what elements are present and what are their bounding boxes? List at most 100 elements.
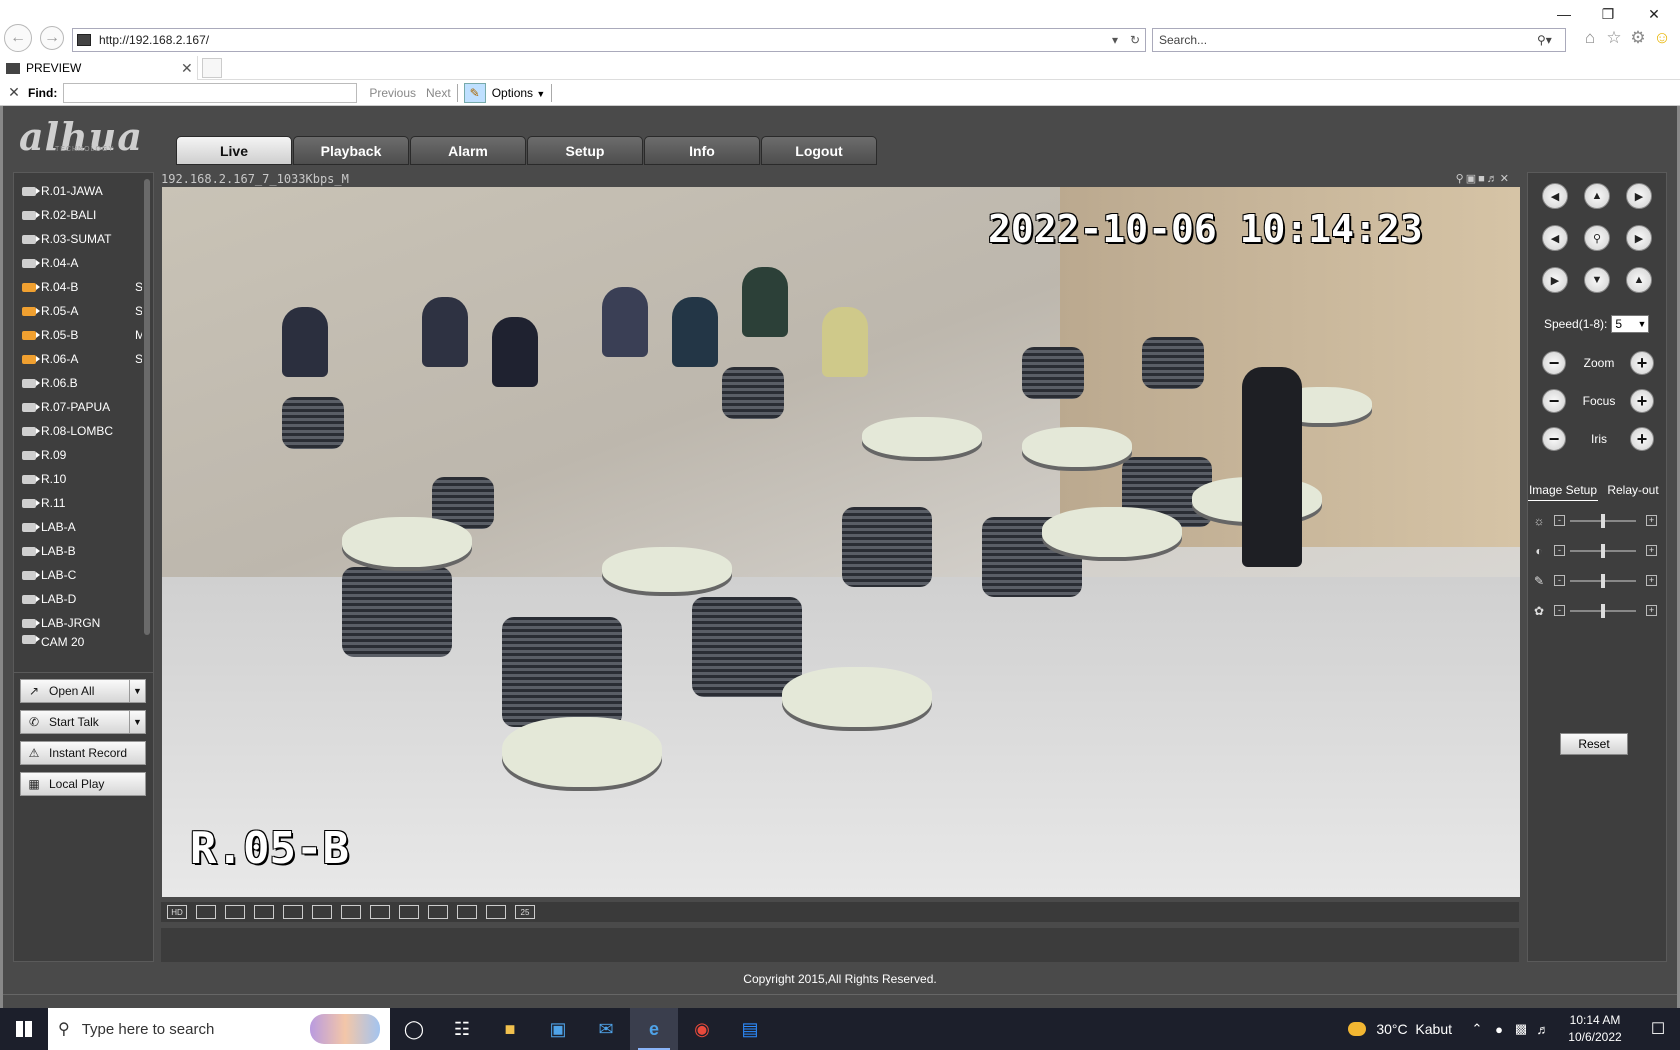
contrast-minus-button[interactable]: - xyxy=(1554,545,1565,556)
minimize-icon[interactable]: — xyxy=(1550,4,1578,24)
ptz-up-left-button[interactable]: ◀ xyxy=(1542,183,1568,209)
hue-minus-button[interactable]: - xyxy=(1554,605,1565,616)
favorites-star-icon[interactable]: ☆ xyxy=(1604,28,1624,48)
instant-record-button[interactable]: ⚠ Instant Record xyxy=(20,741,146,765)
tab-relay-out[interactable]: Relay-out xyxy=(1598,479,1668,501)
camera-item-lab-b[interactable]: LAB-B xyxy=(14,539,142,563)
camera-item-lab-d[interactable]: LAB-D xyxy=(14,587,142,611)
weather-widget[interactable]: 30°C Kabut xyxy=(1348,1021,1452,1037)
taskbar-search-box[interactable]: ⚲ Type here to search xyxy=(48,1008,390,1050)
task-view-icon[interactable]: ☷ xyxy=(438,1008,486,1050)
camera-item-r03[interactable]: R.03-SUMAT xyxy=(14,227,142,251)
camera-item-r11[interactable]: R.11 xyxy=(14,491,142,515)
camera-item-cam20[interactable]: CAM 20 xyxy=(14,635,142,647)
local-play-button[interactable]: ▦ Local Play xyxy=(20,772,146,796)
url-dropdown-icon[interactable]: ▾ xyxy=(1105,33,1125,47)
ptz-down-right-button[interactable]: ▲ xyxy=(1626,267,1652,293)
zoom-out-button[interactable]: − xyxy=(1542,351,1566,375)
slider-knob[interactable] xyxy=(1601,604,1605,618)
layout-13-button[interactable] xyxy=(428,905,448,919)
find-input[interactable] xyxy=(63,82,358,103)
focus-plus-button[interactable]: + xyxy=(1630,389,1654,413)
layout-8-button[interactable] xyxy=(370,905,390,919)
ptz-up-right-button[interactable]: ▶ xyxy=(1626,183,1652,209)
chrome-icon[interactable]: ◉ xyxy=(678,1008,726,1050)
new-tab-button[interactable] xyxy=(202,58,222,78)
settings-gear-icon[interactable]: ⚙ xyxy=(1628,28,1648,48)
saturation-plus-button[interactable]: + xyxy=(1646,575,1657,586)
layout-fullscreen-button[interactable] xyxy=(225,905,245,919)
camera-item-r07[interactable]: R.07-PAPUA xyxy=(14,395,142,419)
slider-knob[interactable] xyxy=(1601,544,1605,558)
search-icon[interactable]: ⚲▾ xyxy=(1537,33,1565,47)
camera-item-r10[interactable]: R.10 xyxy=(14,467,142,491)
layout-9-button[interactable] xyxy=(399,905,419,919)
zoom-app-icon[interactable]: ▤ xyxy=(726,1008,774,1050)
camera-item-r06a[interactable]: R.06-A S xyxy=(14,347,142,371)
refresh-icon[interactable]: ↻ xyxy=(1125,33,1145,47)
file-explorer-icon[interactable]: ■ xyxy=(486,1008,534,1050)
open-all-dropdown-icon[interactable]: ▼ xyxy=(129,680,145,702)
brightness-slider[interactable]: ☼ - + xyxy=(1532,513,1662,529)
notification-icon[interactable]: ☐ xyxy=(1636,1019,1680,1039)
contrast-plus-button[interactable]: + xyxy=(1646,545,1657,556)
highlight-pen-icon[interactable]: ✎ xyxy=(463,82,486,103)
microphone-icon[interactable]: ● xyxy=(1488,1022,1510,1037)
contrast-slider[interactable]: ◐ - + xyxy=(1532,543,1662,559)
snapshot-icon[interactable]: ▣ xyxy=(1466,173,1478,185)
open-all-button[interactable]: ↗ Open All ▼ xyxy=(20,679,146,703)
camera-item-lab-a[interactable]: LAB-A xyxy=(14,515,142,539)
record-icon[interactable]: ■ xyxy=(1478,173,1487,185)
camera-item-r05b[interactable]: R.05-B M xyxy=(14,323,142,347)
camera-item-r08[interactable]: R.08-LOMBC xyxy=(14,419,142,443)
camera-item-r06b[interactable]: R.06.B xyxy=(14,371,142,395)
menu-tab-live[interactable]: Live xyxy=(176,136,292,165)
find-next-button[interactable]: Next xyxy=(426,86,451,100)
camera-item-r05a[interactable]: R.05-A S xyxy=(14,299,142,323)
camera-item-lab-jrgn[interactable]: LAB-JRGN xyxy=(14,611,142,635)
tab-image-setup[interactable]: Image Setup xyxy=(1528,479,1598,501)
hue-plus-button[interactable]: + xyxy=(1646,605,1657,616)
layout-bar-button[interactable] xyxy=(254,905,274,919)
smiley-feedback-icon[interactable]: ☺ xyxy=(1652,28,1672,48)
restore-icon[interactable]: ❐ xyxy=(1594,4,1622,24)
browser-search-field[interactable]: Search... ⚲▾ xyxy=(1152,28,1566,52)
layout-4-button[interactable] xyxy=(312,905,332,919)
ptz-left-button[interactable]: ◀ xyxy=(1542,225,1568,251)
layout-6-button[interactable] xyxy=(341,905,361,919)
network-icon[interactable]: ▩ xyxy=(1510,1021,1532,1037)
layout-aspect-button[interactable] xyxy=(196,905,216,919)
ptz-right-button[interactable]: ▶ xyxy=(1626,225,1652,251)
camera-item-r04a[interactable]: R.04-A xyxy=(14,251,142,275)
brightness-minus-button[interactable]: - xyxy=(1554,515,1565,526)
saturation-slider[interactable]: ✎ - + xyxy=(1532,573,1662,589)
reset-button[interactable]: Reset xyxy=(1560,733,1628,755)
home-icon[interactable]: ⌂ xyxy=(1580,28,1600,48)
start-talk-dropdown-icon[interactable]: ▼ xyxy=(129,711,145,733)
taskbar-clock[interactable]: 10:14 AM 10/6/2022 xyxy=(1554,1012,1636,1046)
layout-20-button[interactable] xyxy=(486,905,506,919)
brightness-plus-button[interactable]: + xyxy=(1646,515,1657,526)
audio-icon[interactable]: ♬ xyxy=(1487,173,1500,185)
slider-knob[interactable] xyxy=(1601,574,1605,588)
find-close-icon[interactable]: ✕ xyxy=(0,84,28,101)
menu-tab-alarm[interactable]: Alarm xyxy=(410,136,526,165)
live-video-feed[interactable]: 2022-10-06 10:14:23 R.05-B xyxy=(162,187,1520,897)
zoom-in-button[interactable]: + xyxy=(1630,351,1654,375)
iris-plus-button[interactable]: + xyxy=(1630,427,1654,451)
volume-icon[interactable]: ♬ xyxy=(1532,1022,1554,1037)
find-previous-button[interactable]: Previous xyxy=(369,86,416,100)
video-window-controls[interactable]: ⚲▣■♬✕ xyxy=(1456,172,1511,185)
hue-slider[interactable]: ✿ - + xyxy=(1532,603,1662,619)
camera-item-r01[interactable]: R.01-JAWA xyxy=(14,179,142,203)
layout-hd-button[interactable]: HD xyxy=(167,905,187,919)
ptz-up-button[interactable]: ▲ xyxy=(1584,183,1610,209)
iris-minus-button[interactable]: − xyxy=(1542,427,1566,451)
mail-icon[interactable]: ✉ xyxy=(582,1008,630,1050)
menu-tab-logout[interactable]: Logout xyxy=(761,136,877,165)
saturation-minus-button[interactable]: - xyxy=(1554,575,1565,586)
ptz-down-left-button[interactable]: ▶ xyxy=(1542,267,1568,293)
find-options-button[interactable]: Options ▼ xyxy=(492,86,546,100)
slider-knob[interactable] xyxy=(1601,514,1605,528)
menu-tab-info[interactable]: Info xyxy=(644,136,760,165)
